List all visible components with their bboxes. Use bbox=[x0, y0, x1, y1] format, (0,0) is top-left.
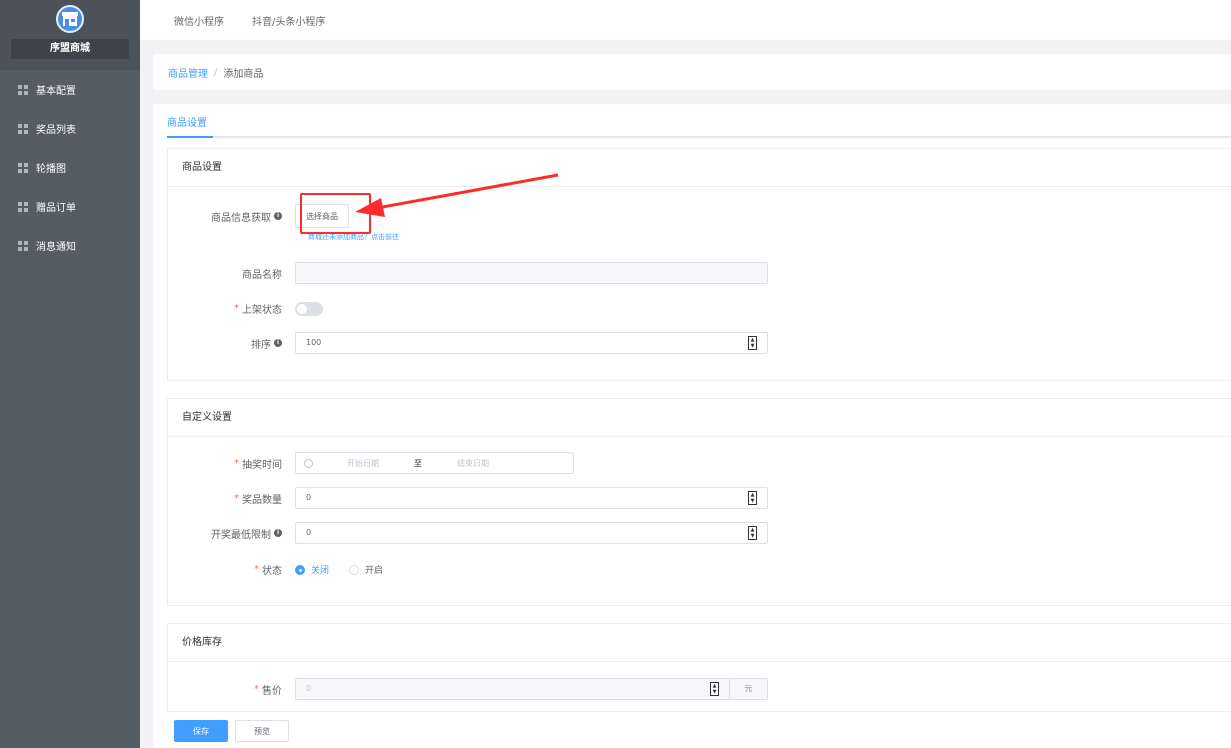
price-label: 售价 bbox=[262, 685, 282, 697]
grid-icon bbox=[18, 201, 28, 212]
prize-qty-value: 0 bbox=[306, 493, 312, 502]
section-title: 价格库存 bbox=[168, 624, 1231, 662]
info-icon[interactable]: i bbox=[274, 212, 282, 220]
sidebar-item-carousel[interactable]: 轮播图 bbox=[0, 148, 140, 187]
range-separator: 至 bbox=[414, 458, 422, 468]
custom-settings-section: 自定义设置 * 抽奖时间 开始日期 至 结束日期 * 奖品数量 0 ▲ ▼ 开奖… bbox=[167, 398, 1231, 606]
price-unit: 元 bbox=[729, 679, 767, 699]
number-stepper[interactable]: ▲ ▼ bbox=[748, 491, 757, 505]
state-off-label: 关闭 bbox=[311, 566, 330, 576]
tab-douyin-miniprogram[interactable]: 抖音/头条小程序 bbox=[252, 13, 325, 28]
sidebar: 序盟商城 基本配置 奖品列表 轮播图 赠品订单 消息通知 bbox=[0, 0, 140, 748]
info-icon[interactable]: i bbox=[274, 529, 282, 537]
state-row: * 状态 关闭 开启 bbox=[168, 562, 403, 577]
end-date-input[interactable]: 结束日期 bbox=[423, 458, 523, 469]
select-goods-button[interactable]: 选择商品 bbox=[295, 204, 349, 228]
shop-logo-icon bbox=[56, 5, 84, 33]
platform-tabs: 微信小程序 抖音/头条小程序 bbox=[140, 0, 1231, 40]
section-title: 商品设置 bbox=[168, 149, 1231, 187]
tab-wechat-miniprogram[interactable]: 微信小程序 bbox=[174, 13, 224, 28]
section-title: 自定义设置 bbox=[168, 399, 1231, 437]
sidebar-item-label: 基本配置 bbox=[36, 86, 76, 97]
sidebar-item-prize-list[interactable]: 奖品列表 bbox=[0, 109, 140, 148]
required-mark: * bbox=[234, 492, 239, 504]
grid-icon bbox=[18, 84, 28, 95]
main-content: 商品设置 商品设置 商品信息获取 i 选择商品 商城还未添加商品？点击前往 商品… bbox=[153, 104, 1231, 748]
state-on-label: 开启 bbox=[365, 566, 384, 576]
min-limit-row: 开奖最低限制 i 0 ▲ ▼ bbox=[168, 522, 768, 544]
price-row: * 售价 0 ▲ ▼ 元 bbox=[168, 678, 768, 700]
required-mark: * bbox=[234, 457, 239, 469]
grid-icon bbox=[18, 240, 28, 251]
date-range-picker[interactable]: 开始日期 至 结束日期 bbox=[295, 452, 574, 474]
breadcrumb-goods-management[interactable]: 商品管理 bbox=[168, 65, 208, 80]
info-icon[interactable]: i bbox=[274, 339, 282, 347]
clock-icon bbox=[304, 458, 313, 468]
prize-qty-row: * 奖品数量 0 ▲ ▼ bbox=[168, 487, 768, 509]
draw-time-label: 抽奖时间 bbox=[242, 459, 282, 471]
prize-qty-input[interactable]: 0 ▲ ▼ bbox=[295, 487, 768, 509]
price-stock-section: 价格库存 * 售价 0 ▲ ▼ 元 bbox=[167, 623, 1231, 712]
sidebar-item-notifications[interactable]: 消息通知 bbox=[0, 226, 140, 265]
breadcrumb-current: 添加商品 bbox=[223, 68, 264, 80]
form-actions: 保存 预览 bbox=[174, 720, 289, 742]
goods-name-input[interactable] bbox=[295, 262, 768, 284]
number-stepper[interactable]: ▲ ▼ bbox=[748, 526, 757, 540]
sort-value: 100 bbox=[306, 338, 322, 347]
goods-name-row: 商品名称 bbox=[168, 262, 768, 284]
shop-name: 序盟商城 bbox=[11, 39, 129, 59]
state-label: 状态 bbox=[262, 566, 282, 577]
goods-fetch-row: 商品信息获取 i 选择商品 bbox=[168, 204, 349, 228]
sort-row: 排序 i 100 ▲ ▼ bbox=[168, 332, 768, 354]
min-limit-value: 0 bbox=[306, 528, 312, 537]
sidebar-item-label: 赠品订单 bbox=[36, 203, 76, 214]
radio-dot bbox=[295, 564, 305, 575]
sidebar-item-label: 奖品列表 bbox=[36, 125, 76, 136]
price-value: 0 bbox=[306, 684, 312, 693]
save-button[interactable]: 保存 bbox=[174, 720, 228, 742]
goods-settings-section: 商品设置 商品信息获取 i 选择商品 商城还未添加商品？点击前往 商品名称 * … bbox=[167, 148, 1231, 381]
goods-name-label: 商品名称 bbox=[242, 269, 282, 281]
start-date-input[interactable]: 开始日期 bbox=[313, 458, 413, 469]
status-toggle[interactable] bbox=[295, 301, 323, 316]
min-limit-input[interactable]: 0 ▲ ▼ bbox=[295, 522, 768, 544]
price-input[interactable]: 0 ▲ ▼ 元 bbox=[295, 678, 768, 700]
goods-fetch-label: 商品信息获取 bbox=[211, 212, 271, 224]
grid-icon bbox=[18, 162, 28, 173]
sidebar-item-gift-orders[interactable]: 赠品订单 bbox=[0, 187, 140, 226]
state-off-radio[interactable]: 关闭 bbox=[295, 563, 329, 576]
required-mark: * bbox=[254, 564, 259, 575]
sidebar-item-label: 消息通知 bbox=[36, 242, 76, 253]
number-stepper[interactable]: ▲ ▼ bbox=[748, 336, 757, 350]
state-on-radio[interactable]: 开启 bbox=[349, 563, 383, 576]
form-tabs: 商品设置 bbox=[167, 114, 1231, 138]
sort-input[interactable]: 100 ▲ ▼ bbox=[295, 332, 768, 354]
draw-time-row: * 抽奖时间 开始日期 至 结束日期 bbox=[168, 452, 574, 474]
prize-qty-label: 奖品数量 bbox=[242, 494, 282, 506]
required-mark: * bbox=[234, 303, 239, 314]
preview-button[interactable]: 预览 bbox=[235, 720, 289, 742]
grid-icon bbox=[18, 123, 28, 134]
sidebar-item-label: 轮播图 bbox=[36, 164, 66, 175]
sidebar-item-basic-config[interactable]: 基本配置 bbox=[0, 70, 140, 109]
min-limit-label: 开奖最低限制 bbox=[211, 529, 271, 541]
required-mark: * bbox=[254, 683, 259, 695]
number-stepper[interactable]: ▲ ▼ bbox=[710, 682, 719, 696]
radio-dot bbox=[349, 564, 360, 575]
status-label: 上架状态 bbox=[242, 305, 282, 316]
logo-area: 序盟商城 bbox=[0, 0, 140, 70]
status-row: * 上架状态 bbox=[168, 301, 323, 316]
breadcrumb-separator: / bbox=[214, 66, 218, 78]
add-goods-link[interactable]: 商城还未添加商品？点击前往 bbox=[308, 232, 399, 242]
breadcrumb: 商品管理 / 添加商品 bbox=[153, 54, 1231, 90]
tab-goods-settings[interactable]: 商品设置 bbox=[167, 114, 213, 138]
sort-label: 排序 bbox=[251, 339, 271, 351]
